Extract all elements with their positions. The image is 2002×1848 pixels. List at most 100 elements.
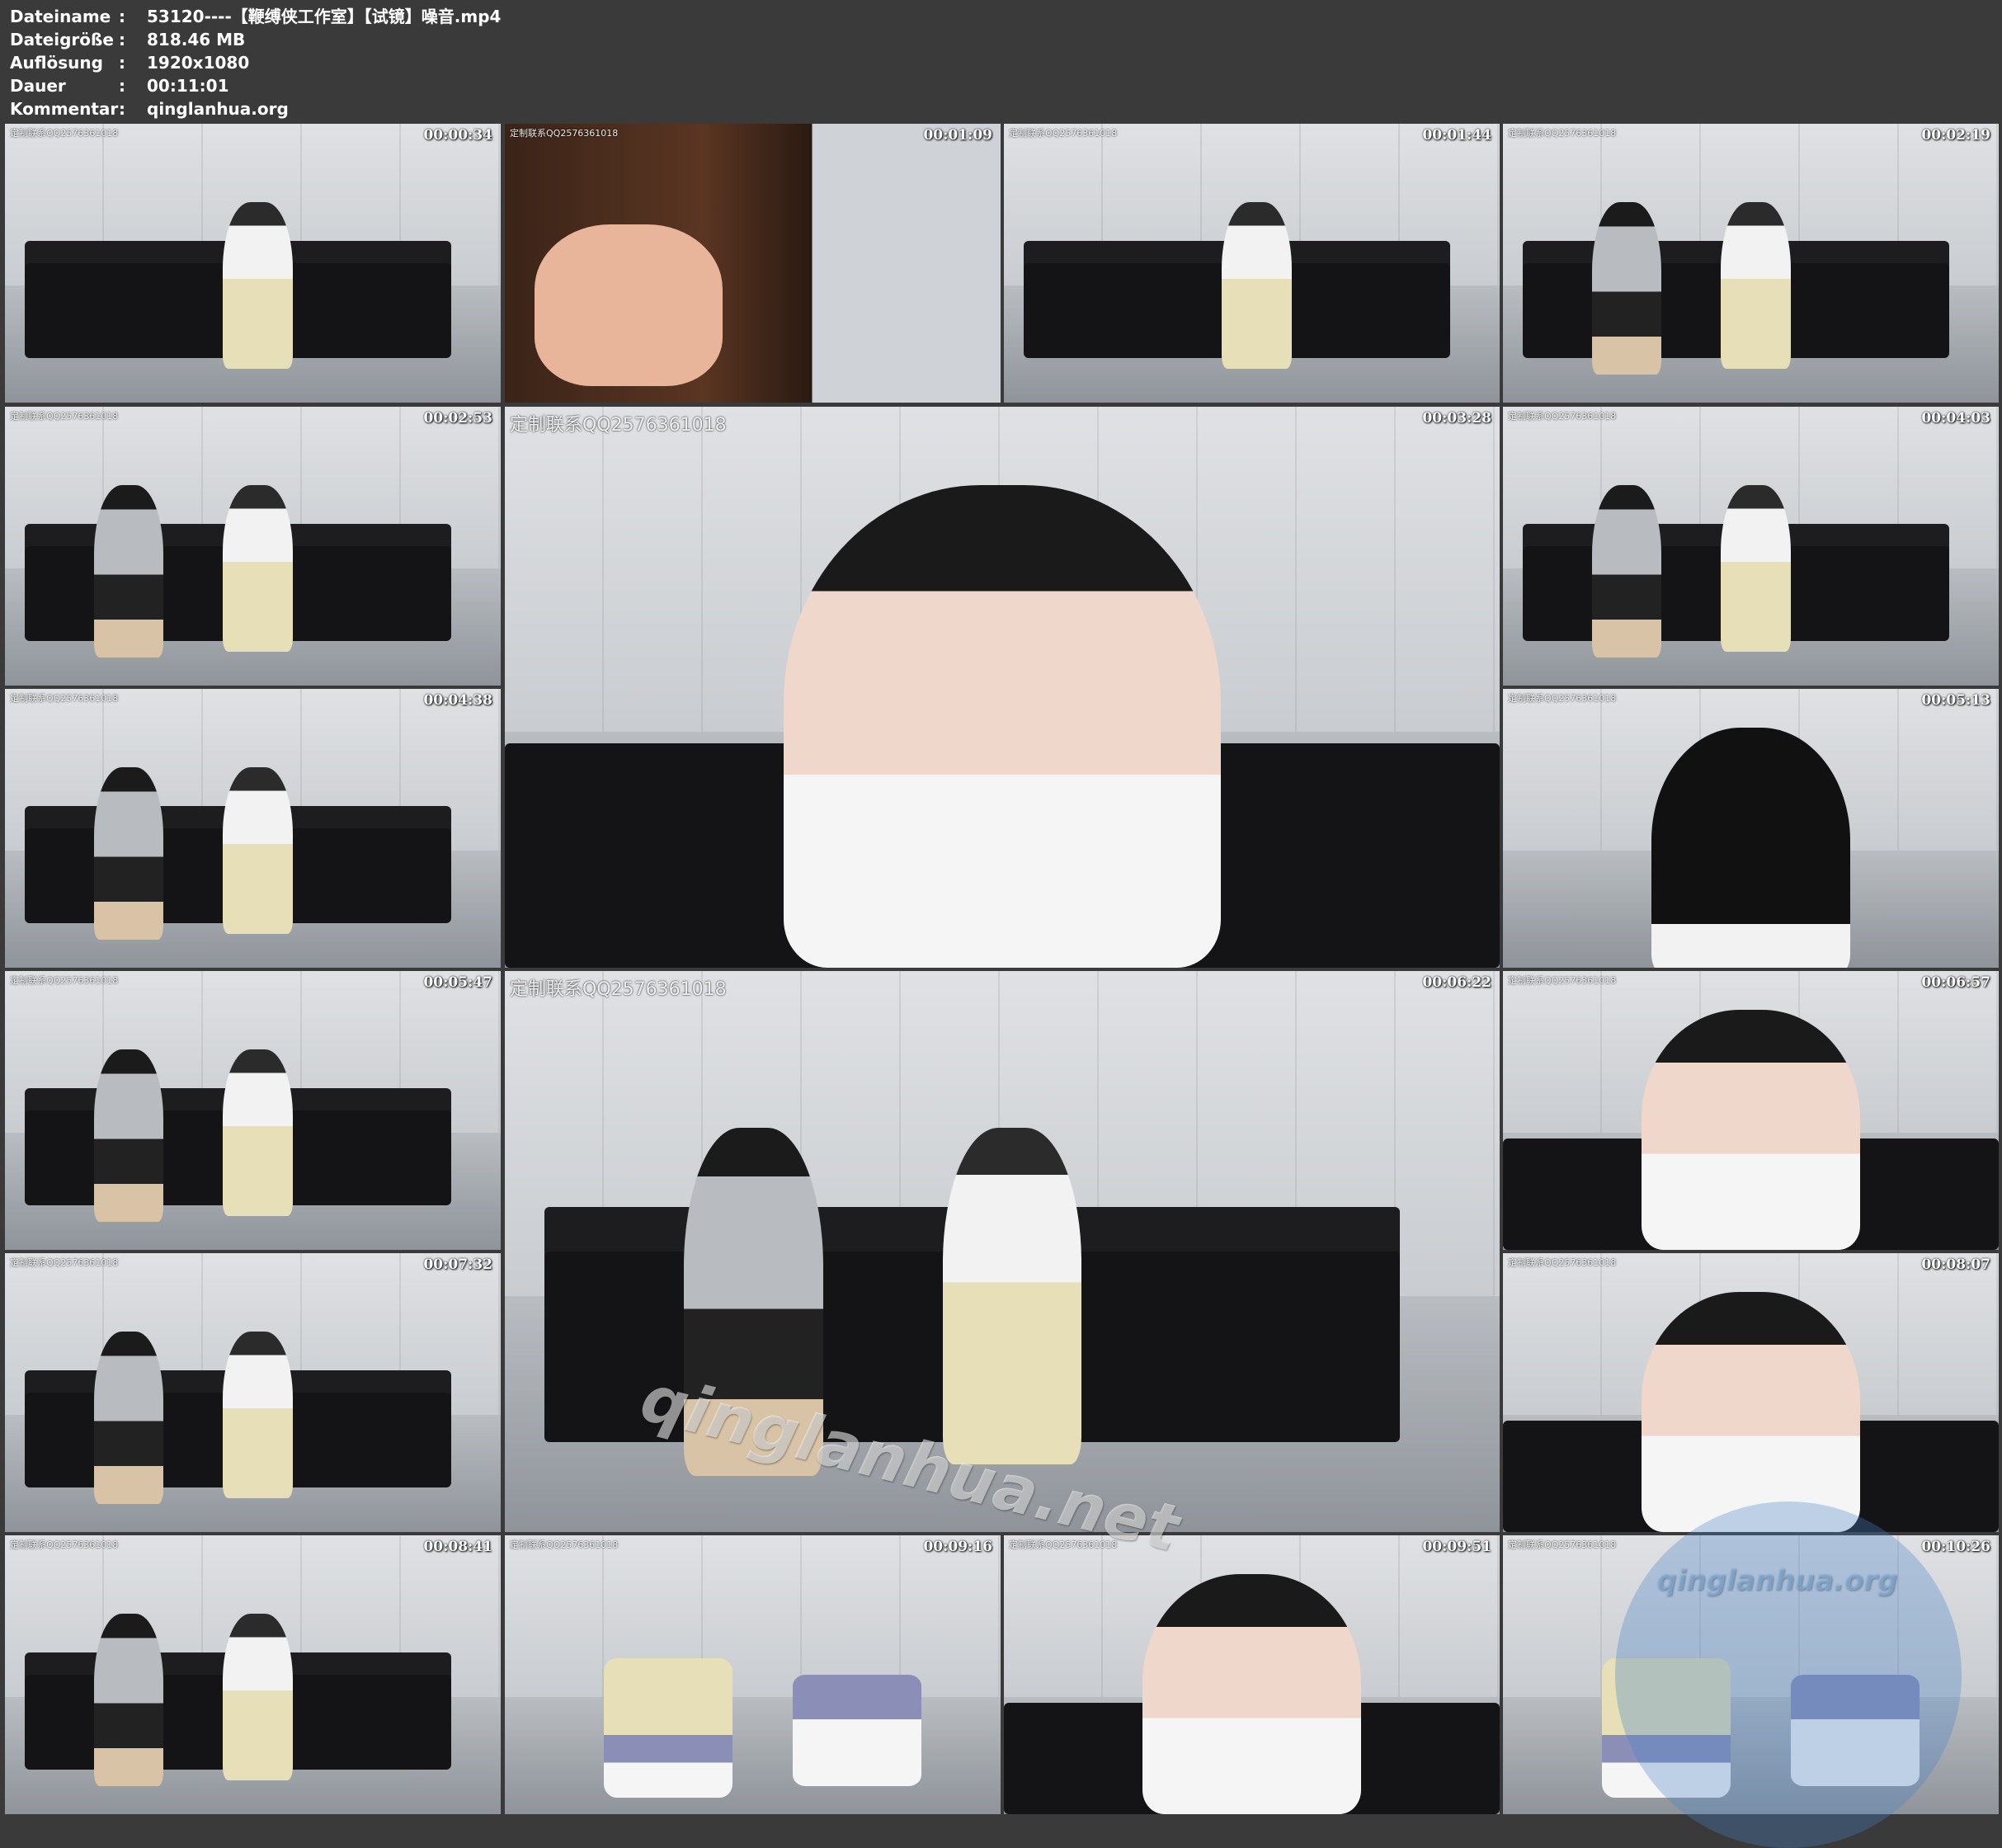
person-figure [1721,201,1791,370]
thumbnail-watermark: 定制联系QQ2576361018 [510,415,727,436]
video-thumbnail: 定制联系QQ2576361018 00:05:13 [1503,689,1999,968]
thumbnail-timestamp: 00:05:13 [1921,692,1990,709]
thumbnail-timestamp: 00:00:34 [423,127,492,144]
thumbnail-watermark: 定制联系QQ2576361018 [10,1257,119,1268]
info-row-duration: Dauer : 00:11:01 [10,74,501,97]
person-figure [94,1331,164,1505]
thumbnail-watermark: 定制联系QQ2576361018 [1508,975,1617,986]
video-thumbnail: 定制联系QQ2576361018 00:00:34 [5,124,501,403]
person-figure [942,1128,1082,1465]
thumbnail-watermark: 定制联系QQ2576361018 [10,411,119,422]
wall-backdrop [505,1535,1001,1698]
thumbnail-timestamp: 00:08:41 [423,1539,492,1555]
video-thumbnail: 定制联系QQ2576361018 00:09:16 [505,1535,1001,1814]
feet-figure [792,1675,921,1787]
hand-figure [535,224,723,386]
person-figure [94,1613,164,1787]
video-thumbnail: 定制联系QQ2576361018 00:09:51 [1004,1535,1500,1814]
thumbnail-watermark: 定制联系QQ2576361018 [510,979,727,1000]
person-figure [1651,728,1850,968]
info-colon: : [119,99,125,119]
thumbnail-timestamp: 00:03:28 [1422,410,1491,427]
feet-figure [604,1657,733,1798]
info-colon: : [119,53,125,73]
thumbnail-timestamp: 00:02:53 [423,410,492,427]
thumbnail-watermark: 定制联系QQ2576361018 [1508,693,1617,704]
person-figure [223,1331,293,1499]
thumbnail-watermark: 定制联系QQ2576361018 [1508,128,1617,139]
thumbnail-timestamp: 00:09:51 [1422,1539,1491,1555]
info-row-comment: Kommentar : qinglanhua.org [10,97,501,120]
person-figure [1642,1010,1860,1250]
person-figure [1142,1574,1361,1814]
watermark-circle [1615,1502,1962,1848]
info-value: qinglanhua.org [147,99,289,119]
info-value: 53120----【鞭缚侠工作室】【试镜】噪音.mp4 [147,7,502,26]
info-row-filename: Dateiname : 53120----【鞭缚侠工作室】【试镜】噪音.mp4 [10,5,501,28]
info-label: Dateigröße [10,30,114,50]
info-value: 1920x1080 [147,53,250,73]
person-figure [94,1049,164,1223]
watermark-circle-text: qinglanhua.org [1656,1564,1898,1597]
thumbnail-watermark: 定制联系QQ2576361018 [10,975,119,986]
info-label: Kommentar [10,99,119,119]
person-figure [223,766,293,935]
thumbnail-timestamp: 00:09:16 [923,1539,992,1555]
info-row-resolution: Auflösung : 1920x1080 [10,51,501,74]
thumbnail-watermark: 定制联系QQ2576361018 [510,1539,619,1550]
video-thumbnail: 定制联系QQ2576361018 00:06:57 [1503,971,1999,1250]
person-figure [1642,1292,1860,1532]
person-figure [223,484,293,653]
thumbnail-watermark: 定制联系QQ2576361018 [1508,411,1617,422]
info-label: Dateiname [10,7,111,26]
file-info-header: Dateiname : 53120----【鞭缚侠工作室】【试镜】噪音.mp4 … [10,5,501,120]
video-thumbnail: 定制联系QQ2576361018 00:05:47 [5,971,501,1250]
info-colon: : [119,7,125,26]
info-value: 00:11:01 [147,76,229,96]
person-figure [1592,484,1662,658]
person-figure [223,1613,293,1781]
video-thumbnail: 定制联系QQ2576361018 00:08:41 [5,1535,501,1814]
thumbnail-timestamp: 00:10:26 [1921,1539,1990,1555]
video-thumbnail: 定制联系QQ2576361018 00:07:32 [5,1253,501,1532]
video-thumbnail: 定制联系QQ2576361018 00:02:19 [1503,124,1999,403]
video-thumbnail: 定制联系QQ2576361018 00:02:53 [5,407,501,686]
thumbnail-timestamp: 00:07:32 [423,1256,492,1273]
thumbnail-timestamp: 00:01:44 [1422,127,1491,144]
person-figure [1222,201,1292,370]
thumbnail-watermark: 定制联系QQ2576361018 [10,1539,119,1550]
thumbnail-timestamp: 00:01:09 [923,127,992,144]
info-colon: : [119,30,125,50]
thumbnail-watermark: 定制联系QQ2576361018 [510,128,619,139]
person-figure [1721,484,1791,653]
info-row-filesize: Dateigröße : 818.46 MB [10,28,501,51]
thumbnail-watermark: 定制联系QQ2576361018 [10,128,119,139]
thumbnail-timestamp: 00:06:22 [1422,974,1491,991]
person-figure [223,201,293,370]
video-thumbnail: 定制联系QQ2576361018 00:01:44 [1004,124,1500,403]
video-thumbnail: 定制联系QQ2576361018 00:01:09 [505,124,1001,403]
video-thumbnail: 定制联系QQ2576361018 00:04:38 [5,689,501,968]
thumbnail-timestamp: 00:04:38 [423,692,492,709]
person-figure [223,1049,293,1217]
thumbnail-watermark: 定制联系QQ2576361018 [1508,1257,1617,1268]
video-thumbnail: 定制联系QQ2576361018 00:08:07 [1503,1253,1999,1532]
person-figure [1592,201,1662,375]
info-label: Dauer [10,76,66,96]
thumbnail-watermark: 定制联系QQ2576361018 [1508,1539,1617,1550]
thumbnail-watermark: 定制联系QQ2576361018 [10,693,119,704]
person-figure [94,484,164,658]
thumbnail-timestamp: 00:05:47 [423,974,492,991]
info-value: 818.46 MB [147,30,246,50]
thumbnail-timestamp: 00:02:19 [1921,127,1990,144]
floor-backdrop [505,1697,1001,1814]
thumbnail-timestamp: 00:06:57 [1921,974,1990,991]
thumbnail-watermark: 定制联系QQ2576361018 [1009,128,1118,139]
video-thumbnail: 定制联系QQ2576361018 00:04:03 [1503,407,1999,686]
video-thumbnail: 定制联系QQ2576361018 00:03:28 [505,407,1500,968]
thumbnail-timestamp: 00:04:03 [1921,410,1990,427]
person-figure [94,766,164,940]
info-colon: : [119,76,125,96]
thumbnail-timestamp: 00:08:07 [1921,1256,1990,1273]
info-label: Auflösung [10,53,103,73]
